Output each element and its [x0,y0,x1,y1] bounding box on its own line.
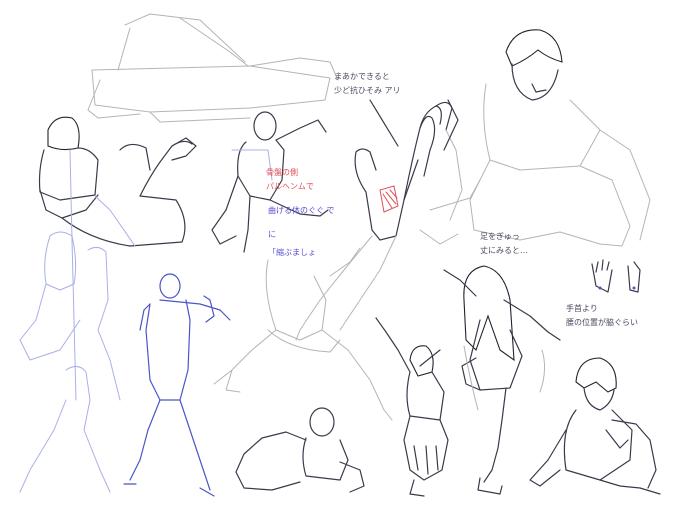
note-top-line2: 少ど抗ひそみ アリ [334,86,401,95]
note-violet-2: に [268,230,276,239]
note-red-line2: パルヘンムで [266,182,314,191]
note-hands-line2: 腰の位置が脇ぐらい [566,318,638,327]
note-red-line1: 骨盤の側 [266,168,298,177]
note-violet-3: 「縮ぶましょ [268,248,316,257]
note-hands-line1: 手首より [566,304,598,313]
sketch-thinking-man [419,29,651,247]
sketch-standing-girls [19,231,121,493]
sketch-seated-boy [235,407,365,493]
sketch-canvas: まあかできると 少ど抗ひそみ アリ 骨盤の側 パルヘンムで 曲げる体のぐぐ で … [0,0,680,510]
sketch-lunging-figure [213,247,393,421]
sketch-crouching-girl [38,116,197,401]
sketch-hand-studies [591,259,641,293]
note-right-line1: 足をぎゅっ [480,232,520,241]
sketch-reaching-hand [295,101,463,341]
note-top-line1: まあかできると [334,72,390,81]
sketch-running-girl [443,265,561,495]
sketch-seated-man [529,357,661,495]
note-violet-1: 曲げる体のぐぐ で [268,206,335,215]
sketch-arms-raised-girl [375,317,449,497]
sketch-leader-lines [369,99,459,151]
sketch-stretching-man [123,273,231,497]
sketch-reclining-figure [87,13,339,123]
note-right-line2: 丈にみると… [480,246,528,255]
